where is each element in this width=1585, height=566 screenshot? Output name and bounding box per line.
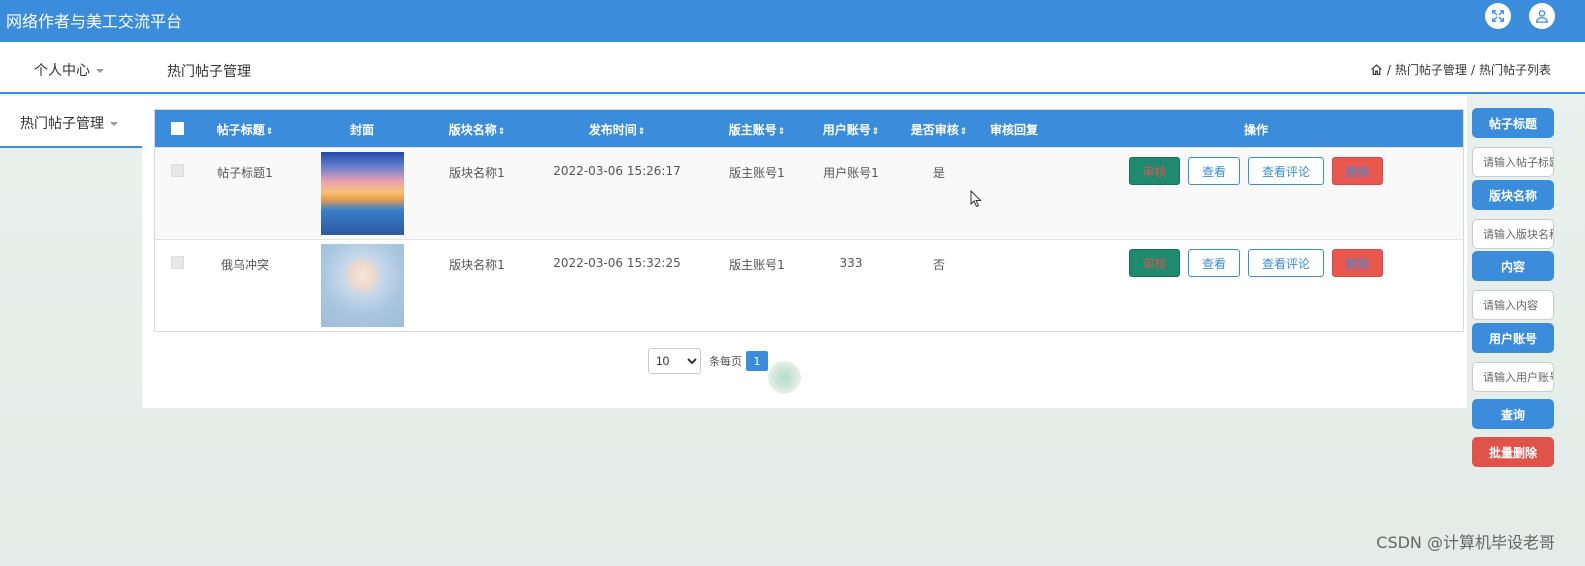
audit-button[interactable]: 审核 bbox=[1129, 157, 1180, 185]
delete-button[interactable]: 删除 bbox=[1332, 249, 1383, 277]
home-icon[interactable] bbox=[1370, 63, 1383, 76]
loading-indicator bbox=[768, 361, 801, 394]
watermark: CSDN @计算机毕设老哥 bbox=[1376, 533, 1555, 552]
row-checkbox[interactable] bbox=[171, 164, 184, 177]
nav-bar: 个人中心 热门帖子管理 / 热门帖子管理 / 热门帖子列表 bbox=[0, 42, 1585, 94]
query-button[interactable]: 查询 bbox=[1472, 399, 1554, 429]
cover-image bbox=[321, 244, 404, 327]
top-bar: 网络作者与美工交流平台 bbox=[0, 0, 1585, 42]
breadcrumb-separator: / bbox=[1386, 62, 1391, 77]
header-audited[interactable]: 是否审核⇕ bbox=[911, 121, 968, 138]
header-audit-reply: 审核回复 bbox=[989, 123, 1039, 137]
audit-button[interactable]: 审核 bbox=[1129, 249, 1180, 277]
main-panel: 帖子标题⇕ 封面 版块名称⇕ 发布时间⇕ 版主账号⇕ 用户账号⇕ 是否审核⇕ 审… bbox=[142, 96, 1467, 408]
view-button[interactable]: 查看 bbox=[1188, 249, 1240, 277]
view-button[interactable]: 查看 bbox=[1188, 157, 1240, 185]
caret-down-icon bbox=[110, 122, 118, 126]
caret-down-icon bbox=[96, 69, 104, 73]
table-row: 俄乌冲突 版块名称1 2022-03-06 15:32:25 版主账号1 333… bbox=[155, 239, 1463, 331]
header-cover: 封面 bbox=[349, 123, 375, 137]
user-search-input[interactable] bbox=[1472, 362, 1554, 392]
table-row: 帖子标题1 版块名称1 2022-03-06 15:26:17 版主账号1 用户… bbox=[155, 147, 1463, 239]
fullscreen-icon bbox=[1492, 10, 1504, 22]
page-title: 热门帖子管理 bbox=[167, 64, 251, 80]
personal-center-menu[interactable]: 个人中心 bbox=[34, 60, 104, 80]
cell-board-name: 版块名称1 bbox=[449, 258, 505, 272]
breadcrumb-level2: 热门帖子列表 bbox=[1478, 63, 1551, 77]
cell-board-name: 版块名称1 bbox=[449, 166, 505, 180]
cell-audited: 否 bbox=[932, 258, 946, 272]
cell-moderator: 版主账号1 bbox=[729, 166, 785, 180]
cell-publish-time: 2022-03-06 15:32:25 bbox=[553, 256, 681, 270]
app-title: 网络作者与美工交流平台 bbox=[6, 12, 183, 31]
header-moderator[interactable]: 版主账号⇕ bbox=[729, 121, 786, 138]
sidebar-item-hot-posts[interactable]: 热门帖子管理 bbox=[20, 113, 118, 133]
batch-delete-button[interactable]: 批量删除 bbox=[1472, 437, 1554, 467]
page-number-button[interactable]: 1 bbox=[746, 351, 768, 371]
breadcrumb-separator: / bbox=[1470, 62, 1475, 77]
personal-center-label: 个人中心 bbox=[34, 63, 90, 79]
cell-title: 俄乌冲突 bbox=[220, 258, 270, 272]
view-comments-button[interactable]: 查看评论 bbox=[1248, 157, 1324, 185]
user-search-label: 用户账号 bbox=[1472, 323, 1554, 353]
user-button[interactable] bbox=[1529, 3, 1555, 29]
cell-publish-time: 2022-03-06 15:26:17 bbox=[553, 164, 681, 178]
title-search-label: 帖子标题 bbox=[1472, 108, 1554, 138]
cell-user-account: 333 bbox=[839, 256, 863, 270]
board-search-label: 版块名称 bbox=[1472, 180, 1554, 210]
board-search-input[interactable] bbox=[1472, 219, 1554, 249]
sort-icon: ⇕ bbox=[497, 127, 506, 137]
select-all-checkbox[interactable] bbox=[171, 122, 184, 135]
breadcrumb: / 热门帖子管理 / 热门帖子列表 bbox=[1370, 61, 1551, 78]
header-user-account[interactable]: 用户账号⇕ bbox=[823, 121, 880, 138]
sidebar-item-label: 热门帖子管理 bbox=[20, 116, 104, 132]
header-board-name[interactable]: 版块名称⇕ bbox=[449, 121, 506, 138]
header-title[interactable]: 帖子标题⇕ bbox=[217, 121, 274, 138]
pagination: 10 条每页 1 bbox=[648, 348, 768, 374]
cell-user-account: 用户账号1 bbox=[823, 166, 879, 180]
cover-image bbox=[321, 152, 404, 235]
row-checkbox[interactable] bbox=[171, 256, 184, 269]
cell-moderator: 版主账号1 bbox=[729, 258, 785, 272]
posts-table: 帖子标题⇕ 封面 版块名称⇕ 发布时间⇕ 版主账号⇕ 用户账号⇕ 是否审核⇕ 审… bbox=[154, 109, 1464, 332]
sort-icon: ⇕ bbox=[871, 127, 880, 137]
per-page-label: 条每页 bbox=[709, 355, 742, 368]
sort-icon: ⇕ bbox=[777, 127, 786, 137]
content-search-label: 内容 bbox=[1472, 251, 1554, 281]
user-icon bbox=[1536, 10, 1548, 23]
cell-audited: 是 bbox=[932, 166, 946, 180]
content-search-input[interactable] bbox=[1472, 290, 1554, 320]
page-size-select[interactable]: 10 bbox=[648, 348, 701, 374]
sidebar: 热门帖子管理 bbox=[0, 96, 142, 148]
header-publish-time[interactable]: 发布时间⇕ bbox=[589, 121, 646, 138]
view-comments-button[interactable]: 查看评论 bbox=[1248, 249, 1324, 277]
mouse-cursor-icon bbox=[970, 190, 982, 208]
breadcrumb-level1[interactable]: 热门帖子管理 bbox=[1395, 61, 1467, 78]
sort-icon: ⇕ bbox=[959, 127, 968, 137]
cell-title: 帖子标题1 bbox=[217, 166, 273, 180]
sort-icon: ⇕ bbox=[265, 127, 274, 137]
sort-icon: ⇕ bbox=[637, 127, 646, 137]
header-actions: 操作 bbox=[1243, 123, 1269, 137]
table-header: 帖子标题⇕ 封面 版块名称⇕ 发布时间⇕ 版主账号⇕ 用户账号⇕ 是否审核⇕ 审… bbox=[155, 110, 1463, 147]
title-search-input[interactable] bbox=[1472, 147, 1554, 177]
fullscreen-button[interactable] bbox=[1485, 3, 1511, 29]
delete-button[interactable]: 删除 bbox=[1332, 157, 1383, 185]
